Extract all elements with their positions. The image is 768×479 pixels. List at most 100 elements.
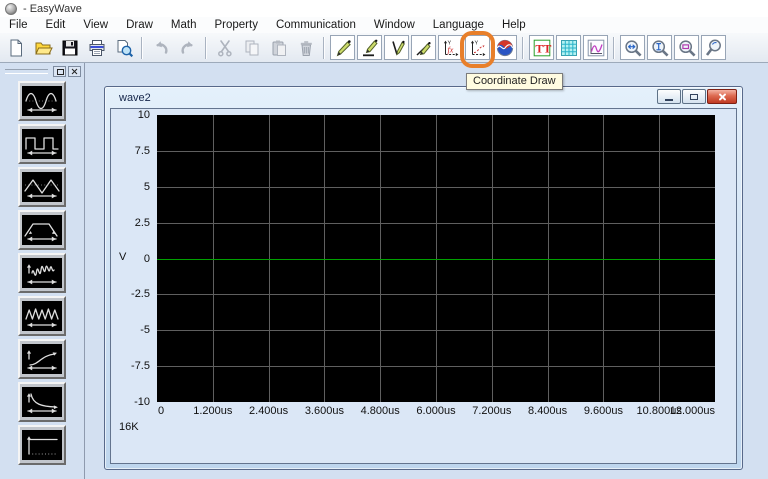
x-tick-label: 8.400us	[528, 405, 567, 417]
vertical-draw-icon	[387, 38, 407, 58]
cut-icon	[215, 38, 235, 58]
graph-settings-button[interactable]	[583, 35, 608, 60]
vertical-draw-button[interactable]	[384, 35, 409, 60]
equation-draw-button[interactable]: Yfx	[438, 35, 463, 60]
menu-draw[interactable]: Draw	[117, 17, 162, 33]
menu-communication[interactable]: Communication	[267, 17, 365, 33]
wave2-content: V 16K 107.552.50-2.5-5-7.5-10 01.200us2.…	[110, 108, 737, 464]
y-tick-label: 10	[138, 109, 150, 121]
window-controls	[656, 89, 737, 104]
save-button[interactable]	[57, 35, 82, 60]
delete-icon	[296, 38, 316, 58]
client-area: wave2 V 16K 107.552.50-2.5-5-7.5-10 01.2…	[0, 62, 768, 479]
save-icon	[60, 38, 80, 58]
pulse-wave-button[interactable]	[18, 210, 66, 250]
waveform-palette	[0, 62, 84, 479]
line-draw-button[interactable]	[357, 35, 382, 60]
gridline-horizontal	[157, 187, 715, 188]
pulse-icon	[22, 215, 62, 245]
toolbar-separator	[323, 37, 325, 59]
period-markers-button[interactable]: ΤΤ	[529, 35, 554, 60]
palette-grip[interactable]	[5, 69, 48, 74]
waveform-plot[interactable]	[157, 115, 715, 402]
delete-button	[293, 35, 318, 60]
palette-restore-button[interactable]	[53, 66, 66, 77]
menu-view[interactable]: View	[74, 17, 117, 33]
square-wave-button[interactable]	[18, 124, 66, 164]
line-draw-icon	[360, 38, 380, 58]
mdi-area: wave2 V 16K 107.552.50-2.5-5-7.5-10 01.2…	[84, 62, 768, 479]
menu-file[interactable]: File	[0, 17, 37, 33]
copy-icon	[242, 38, 262, 58]
zoom-reset-icon	[704, 38, 724, 58]
slope-draw-button[interactable]	[411, 35, 436, 60]
noise-dense-wave-button[interactable]	[18, 296, 66, 336]
maximize-button[interactable]	[682, 89, 706, 104]
preview-icon	[114, 38, 134, 58]
graph-icon	[586, 38, 606, 58]
hand-draw-button[interactable]	[330, 35, 355, 60]
x-tick-label: 2.400us	[249, 405, 288, 417]
new-icon	[6, 38, 26, 58]
square-icon	[22, 129, 62, 159]
open-button[interactable]	[30, 35, 55, 60]
smooth-icon	[495, 38, 515, 58]
sine-wave-button[interactable]	[18, 81, 66, 121]
palette-header	[3, 65, 81, 77]
x-tick-label: 6.000us	[416, 405, 455, 417]
zoom-reset-button[interactable]	[701, 35, 726, 60]
pi-icon: ΤΤ	[532, 38, 552, 58]
noise-icon	[22, 258, 62, 288]
cut-button	[212, 35, 237, 60]
exp-fall-wave-button[interactable]	[18, 382, 66, 422]
zoom-horizontal-button[interactable]	[620, 35, 645, 60]
grid-toggle-button[interactable]	[556, 35, 581, 60]
menu-help[interactable]: Help	[493, 17, 535, 33]
new-button[interactable]	[3, 35, 28, 60]
y-tick-label: 0	[144, 253, 150, 265]
zoom-box-icon	[677, 38, 697, 58]
zoom-vertical-button[interactable]	[647, 35, 672, 60]
menu-language[interactable]: Language	[424, 17, 493, 33]
toolbar-separator	[205, 37, 207, 59]
gridline-horizontal	[157, 366, 715, 367]
slope-draw-icon	[414, 38, 434, 58]
waveform-trace	[157, 259, 715, 260]
menu-window[interactable]: Window	[365, 17, 424, 33]
tooltip: Coordinate Draw	[466, 73, 563, 90]
menu-edit[interactable]: Edit	[37, 17, 75, 33]
print-preview-button[interactable]	[111, 35, 136, 60]
close-button[interactable]	[707, 89, 737, 104]
gridline-horizontal	[157, 223, 715, 224]
exp-rise-wave-button[interactable]	[18, 339, 66, 379]
minimize-icon	[665, 99, 673, 101]
zoom-box-button[interactable]	[674, 35, 699, 60]
gridline-horizontal	[157, 151, 715, 152]
noise-wave-button[interactable]	[18, 253, 66, 293]
minimize-button[interactable]	[657, 89, 681, 104]
y-tick-label: -5	[140, 324, 150, 336]
open-icon	[33, 38, 53, 58]
x-axis-ticks: 01.200us2.400us3.600us4.800us6.000us7.20…	[157, 405, 715, 418]
triangle-wave-button[interactable]	[18, 167, 66, 207]
undo-button	[148, 35, 173, 60]
coordinate-draw-button[interactable]: YCoordinate Draw	[465, 35, 490, 60]
svg-text:ΤΤ: ΤΤ	[535, 41, 551, 55]
toolbar-separator	[522, 37, 524, 59]
x-tick-label: 0	[158, 405, 164, 417]
menu-property[interactable]: Property	[206, 17, 267, 33]
y-tick-label: 2.5	[135, 217, 150, 229]
triangle-icon	[22, 172, 62, 202]
menu-math[interactable]: Math	[162, 17, 206, 33]
print-button[interactable]	[84, 35, 109, 60]
y-axis-ticks: 107.552.50-2.5-5-7.5-10	[111, 115, 153, 402]
palette-buttons	[0, 81, 84, 465]
dc-wave-button[interactable]	[18, 425, 66, 465]
x-tick-label: 1.200us	[193, 405, 232, 417]
palette-close-button[interactable]	[68, 66, 81, 77]
smooth-button[interactable]	[492, 35, 517, 60]
menu-bar: FileEditViewDrawMathPropertyCommunicatio…	[0, 17, 768, 33]
wave2-titlebar[interactable]: wave2	[105, 87, 742, 108]
points-count-label: 16K	[119, 421, 139, 433]
print-icon	[87, 38, 107, 58]
